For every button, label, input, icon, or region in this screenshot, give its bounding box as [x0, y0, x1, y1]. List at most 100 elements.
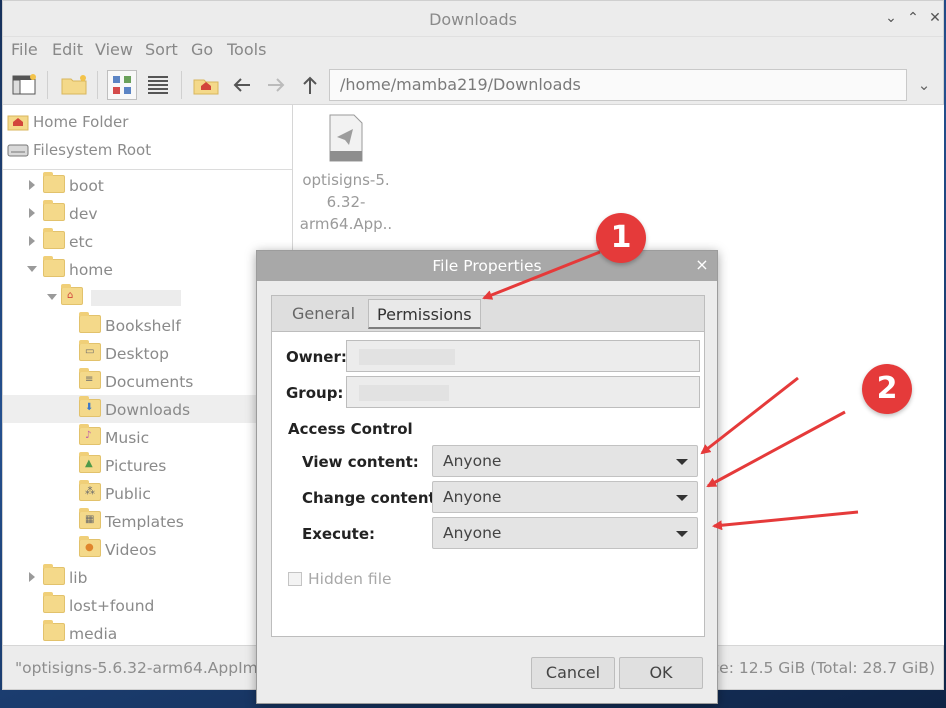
- dialog-title: File Properties: [432, 257, 542, 275]
- maximize-icon[interactable]: ⌃: [905, 10, 921, 26]
- downloads-folder-icon: ⬇: [79, 396, 101, 417]
- select-value: Anyone: [443, 452, 502, 470]
- icon-view-icon[interactable]: [107, 70, 137, 100]
- tree-item-music[interactable]: ♪ Music: [3, 423, 292, 451]
- menu-file[interactable]: File: [11, 40, 38, 59]
- list-view-icon[interactable]: [143, 70, 173, 100]
- menu-edit[interactable]: Edit: [52, 40, 83, 59]
- tree-item-media[interactable]: media: [3, 619, 292, 647]
- dropdown-arrow-icon: [676, 495, 688, 501]
- music-folder-icon: ♪: [79, 424, 101, 445]
- select-value: Anyone: [443, 524, 502, 542]
- tree-label: Desktop: [105, 345, 169, 363]
- ok-button[interactable]: OK: [619, 657, 703, 689]
- menu-view[interactable]: View: [95, 40, 133, 59]
- collapse-icon[interactable]: [47, 294, 57, 300]
- hidden-file-label: Hidden file: [308, 570, 392, 588]
- folder-icon: [43, 228, 65, 249]
- tab-permissions[interactable]: Permissions: [368, 299, 481, 329]
- expand-icon[interactable]: [29, 208, 35, 218]
- new-window-icon[interactable]: [9, 70, 39, 100]
- file-item[interactable]: optisigns-5. 6.32- arm64.App..: [298, 111, 394, 237]
- menu-go[interactable]: Go: [191, 40, 213, 59]
- menu-sort[interactable]: Sort: [145, 40, 178, 59]
- tree-item-pictures[interactable]: ▲ Pictures: [3, 451, 292, 479]
- tree-item-etc[interactable]: etc: [3, 227, 292, 255]
- videos-folder-icon: ●: [79, 536, 101, 557]
- collapse-icon[interactable]: [27, 266, 37, 272]
- folder-icon: [43, 172, 65, 193]
- expand-icon[interactable]: [29, 572, 35, 582]
- expand-icon[interactable]: [29, 236, 35, 246]
- change-content-label: Change content:: [302, 489, 442, 507]
- tree-item-public[interactable]: ⁂ Public: [3, 479, 292, 507]
- tree-item-downloads[interactable]: ⬇ Downloads: [3, 395, 292, 423]
- tree-item-bookshelf[interactable]: Bookshelf: [3, 311, 292, 339]
- owner-label: Owner:: [286, 348, 347, 366]
- menubar: File Edit View Sort Go Tools: [3, 37, 943, 65]
- tree-item-boot[interactable]: boot: [3, 171, 292, 199]
- tree-item-home[interactable]: home: [3, 255, 292, 283]
- tree-label: dev: [69, 205, 98, 223]
- up-arrow-icon[interactable]: [295, 70, 325, 100]
- tree-item-documents[interactable]: ≡ Documents: [3, 367, 292, 395]
- pictures-folder-icon: ▲: [79, 452, 101, 473]
- change-content-select[interactable]: Anyone: [432, 481, 698, 513]
- group-field: [346, 376, 700, 408]
- owner-field: [346, 340, 700, 372]
- tree-item-desktop[interactable]: ▭ Desktop: [3, 339, 292, 367]
- tree-label: boot: [69, 177, 104, 195]
- execute-select[interactable]: Anyone: [432, 517, 698, 549]
- tree-item-dev[interactable]: dev: [3, 199, 292, 227]
- window-titlebar: Downloads ⌄ ⌃ ✕: [3, 1, 943, 37]
- back-arrow-icon[interactable]: [227, 70, 257, 100]
- folder-icon: [43, 256, 65, 277]
- chevron-down-icon[interactable]: ⌄: [909, 69, 939, 101]
- view-content-select[interactable]: Anyone: [432, 445, 698, 477]
- public-folder-icon: ⁂: [79, 480, 101, 501]
- tree-item-videos[interactable]: ● Videos: [3, 535, 292, 563]
- folder-icon: [43, 592, 65, 613]
- tree-item-user-home[interactable]: ⌂: [3, 283, 292, 311]
- new-folder-icon[interactable]: [59, 70, 89, 100]
- forward-arrow-icon[interactable]: [261, 70, 291, 100]
- group-label: Group:: [286, 384, 344, 402]
- folder-icon: [43, 620, 65, 641]
- tree-label: Videos: [105, 541, 157, 559]
- tab-strip: General Permissions: [272, 296, 704, 332]
- desktop-folder-icon: ▭: [79, 340, 101, 361]
- execute-label: Execute:: [302, 525, 376, 543]
- select-value: Anyone: [443, 488, 502, 506]
- home-icon[interactable]: [191, 70, 221, 100]
- minimize-icon[interactable]: ⌄: [883, 10, 899, 26]
- status-selected-file: "optisigns-5.6.32-arm64.AppImage: [15, 659, 287, 677]
- sidebar: Home Folder Filesystem Root boot dev etc…: [3, 105, 293, 645]
- tree-label: Templates: [105, 513, 184, 531]
- close-icon[interactable]: ×: [693, 256, 711, 274]
- menu-tools[interactable]: Tools: [227, 40, 266, 59]
- drive-icon: [7, 144, 29, 157]
- access-control-heading: Access Control: [288, 420, 413, 438]
- tree-item-templates[interactable]: ▦ Templates: [3, 507, 292, 535]
- place-label: Home Folder: [33, 113, 129, 131]
- file-name-line: arm64.App..: [299, 215, 393, 233]
- tab-general[interactable]: General: [284, 299, 363, 329]
- appimage-file-icon: [329, 114, 363, 162]
- tree-label: Pictures: [105, 457, 167, 475]
- folder-icon: [43, 564, 65, 585]
- expand-icon[interactable]: [29, 180, 35, 190]
- path-input[interactable]: /home/mamba219/Downloads: [329, 69, 907, 101]
- tree-label: Bookshelf: [105, 317, 181, 335]
- cancel-button[interactable]: Cancel: [531, 657, 615, 689]
- checkbox-box[interactable]: [288, 572, 302, 586]
- home-folder-icon: ⌂: [61, 284, 83, 305]
- file-name-line: optisigns-5.: [302, 171, 390, 189]
- tree-item-lib[interactable]: lib: [3, 563, 292, 591]
- tree-label: Public: [105, 485, 151, 503]
- tree-label: lost+found: [69, 597, 155, 615]
- documents-folder-icon: ≡: [79, 368, 101, 389]
- tree-item-lost-found[interactable]: lost+found: [3, 591, 292, 619]
- close-icon[interactable]: ✕: [927, 10, 943, 26]
- tree-label: Downloads: [105, 401, 191, 419]
- dialog-titlebar: File Properties ×: [257, 251, 717, 281]
